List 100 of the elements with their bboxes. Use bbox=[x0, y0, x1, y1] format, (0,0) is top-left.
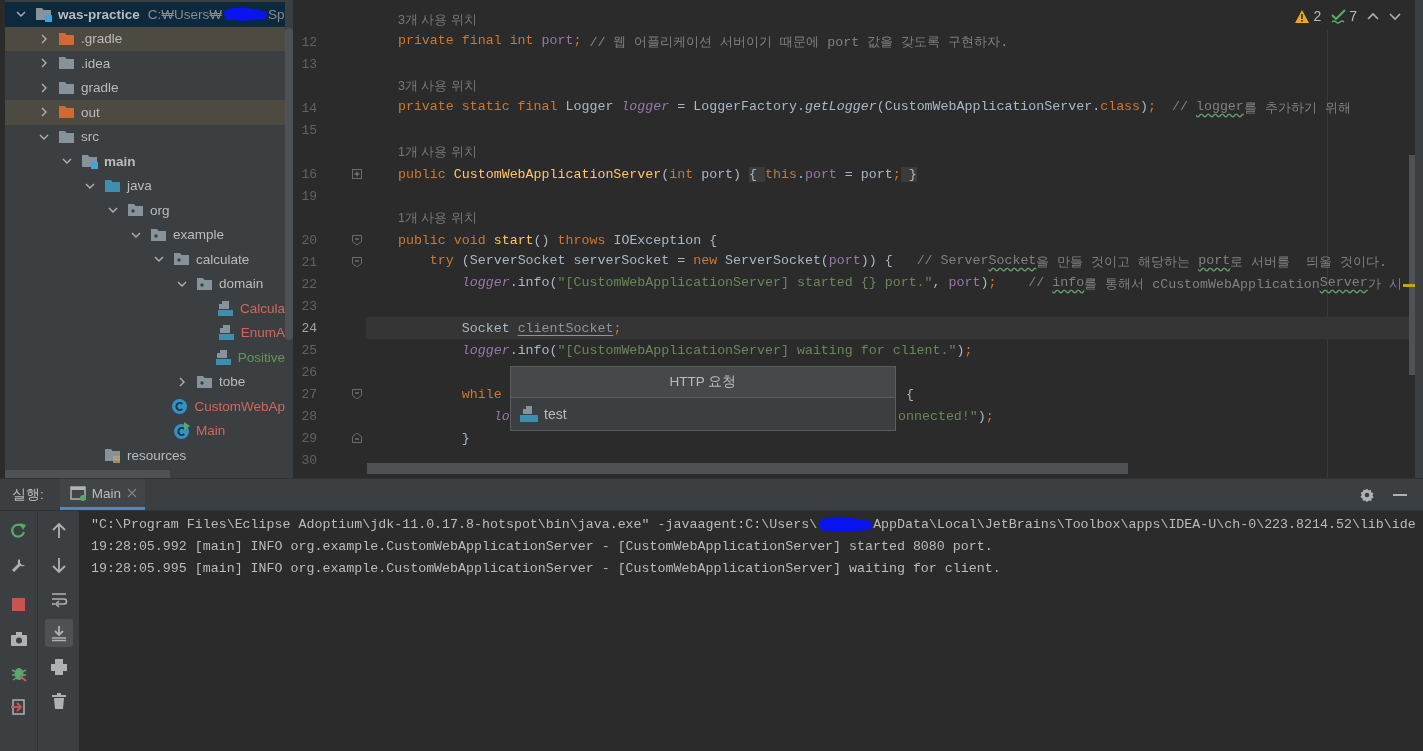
code-line: Socket clientSocket; bbox=[461, 320, 622, 336]
stop-icon bbox=[9, 596, 28, 614]
package-icon bbox=[173, 251, 190, 268]
tree-item[interactable]: calculate bbox=[5, 247, 285, 272]
code-line: logger.info("[CustomWebApplicationServer] started {} port.", port); // info를 통해서 cCustomWebApplicationServer가 시 bbox=[461, 275, 1402, 293]
code-line: try (ServerSocket serverSocket = new ServerSocket(port)) { // ServerSocket을 만들 것이고 해당하는 port로 서버를 띄울 것이다. bbox=[429, 253, 1388, 271]
tree-item[interactable]: out bbox=[5, 100, 285, 125]
folder-icon bbox=[58, 30, 75, 47]
scrollbar-thumb[interactable] bbox=[5, 470, 170, 478]
fold-marker-icon[interactable] bbox=[352, 257, 362, 267]
scrollbar-thumb[interactable] bbox=[1409, 155, 1415, 375]
close-icon[interactable] bbox=[127, 488, 138, 498]
tree-item[interactable]: tobe bbox=[5, 369, 285, 394]
line-number: 16 bbox=[300, 166, 317, 182]
request-popup[interactable]: HTTP 요청 test bbox=[510, 366, 896, 431]
fold-marker-icon[interactable] bbox=[352, 235, 362, 245]
panel-label: 실행: bbox=[12, 486, 44, 502]
settings-icon[interactable] bbox=[1359, 486, 1375, 503]
tree-item[interactable]: .gradle bbox=[5, 26, 285, 51]
module-folder-icon bbox=[35, 6, 52, 23]
tree-item[interactable]: Positive bbox=[5, 345, 285, 370]
java-file-icon bbox=[217, 324, 235, 342]
scrollbar-thumb[interactable] bbox=[285, 28, 293, 340]
package-icon bbox=[196, 373, 213, 390]
fold-marker-icon[interactable] bbox=[352, 169, 362, 179]
console-line: 19:28:05.995 [main] INFO org.example.CustomWebApplicationServer - [CustomWebApplicationServer] waiting for client. bbox=[91, 560, 1001, 576]
fold-marker-icon[interactable] bbox=[352, 389, 362, 399]
tree-item[interactable]: main bbox=[5, 149, 285, 174]
line-number: 30 bbox=[300, 452, 317, 468]
line-number: 13 bbox=[300, 56, 317, 72]
line-number: 14 bbox=[300, 100, 317, 116]
package-icon bbox=[127, 202, 144, 219]
line-number: 28 bbox=[300, 408, 317, 424]
tree-item[interactable]: was-practice C:₩Users₩ Sp bbox=[5, 2, 285, 27]
api-file-icon bbox=[520, 406, 538, 422]
code-line: private final int port; // 웹 어플리케이션 서버이기 때문에 port 값을 갖도록 구현하자. bbox=[397, 33, 1009, 51]
console-line: 19:28:05.992 [main] INFO org.example.CustomWebApplicationServer - [CustomWebApplicationServer] started 8080 port. bbox=[91, 538, 993, 554]
usage-hint[interactable]: 3개 사용 위치 bbox=[397, 77, 477, 95]
line-number: 24 bbox=[300, 320, 317, 336]
code-line: private static final Logger logger = LoggerFactory.getLogger(CustomWebApplicationServer.class); // logger를 추가하기 위해 bbox=[397, 99, 1351, 117]
folder-icon bbox=[58, 55, 75, 72]
class-icon bbox=[171, 397, 189, 415]
module-folder-icon bbox=[81, 153, 98, 170]
resources-folder-icon bbox=[104, 447, 121, 464]
code-line: { bbox=[904, 386, 914, 402]
folder-icon bbox=[58, 104, 75, 121]
code-line: while bbox=[461, 386, 502, 402]
usage-hint[interactable]: 1개 사용 위치 bbox=[397, 209, 477, 227]
warning-marker[interactable] bbox=[1403, 284, 1415, 287]
package-icon bbox=[150, 226, 167, 243]
popup-title: HTTP 요청 bbox=[669, 373, 737, 391]
java-file-icon bbox=[214, 348, 232, 366]
tree-item[interactable]: resources bbox=[5, 443, 285, 468]
run-class-icon bbox=[173, 422, 190, 440]
warning-count[interactable]: 2 bbox=[1294, 8, 1322, 24]
tree-item[interactable]: EnumA bbox=[5, 320, 285, 345]
tree-item[interactable]: java bbox=[5, 173, 285, 198]
fold-marker-icon[interactable] bbox=[352, 433, 362, 443]
folder-icon bbox=[58, 128, 75, 145]
scrollbar-thumb[interactable] bbox=[367, 463, 1128, 474]
package-icon bbox=[196, 275, 213, 292]
console-line: "C:\Program Files\Eclipse Adoptium\jdk-11.0.17.8-hotspot\bin\java.exe" -javaagent:C:\Users\ bbox=[91, 516, 818, 532]
toolbar-button[interactable] bbox=[44, 619, 73, 647]
folder-icon bbox=[104, 177, 121, 194]
usage-hint[interactable]: 1개 사용 위치 bbox=[397, 143, 477, 161]
code-line: lo bbox=[493, 408, 510, 424]
trash-icon bbox=[49, 692, 68, 710]
typo-count[interactable]: 7 bbox=[1331, 8, 1357, 24]
console-icon bbox=[69, 485, 86, 501]
camera-icon bbox=[9, 630, 28, 648]
request-field[interactable]: test bbox=[544, 404, 884, 424]
wrap-icon bbox=[49, 590, 68, 608]
exit-icon bbox=[9, 698, 28, 716]
tree-item[interactable]: domain bbox=[5, 271, 285, 296]
tree-item[interactable]: CustomWebAp bbox=[5, 394, 285, 419]
run-tab[interactable]: Main bbox=[59, 479, 146, 510]
line-number: 15 bbox=[300, 122, 317, 138]
tree-item[interactable]: .idea bbox=[5, 51, 285, 76]
line-number: 26 bbox=[300, 364, 317, 380]
line-number: 29 bbox=[300, 430, 317, 446]
tree-item[interactable]: example bbox=[5, 222, 285, 247]
tree-item[interactable]: gradle bbox=[5, 75, 285, 100]
folder-icon bbox=[58, 79, 75, 96]
tree-item[interactable]: src bbox=[5, 124, 285, 149]
tree-item[interactable]: org bbox=[5, 198, 285, 223]
code-line: logger.info("[CustomWebApplicationServer] waiting for client."); bbox=[461, 342, 973, 358]
code-line: public void start() throws IOException { bbox=[397, 232, 718, 248]
scroll-to-end-icon bbox=[49, 624, 68, 642]
line-number: 12 bbox=[300, 34, 317, 50]
tree-item[interactable]: Main bbox=[5, 418, 285, 443]
line-number: 27 bbox=[300, 386, 317, 402]
previous-icon[interactable] bbox=[1367, 11, 1379, 21]
line-number: 22 bbox=[300, 276, 317, 292]
rerun-icon bbox=[9, 522, 28, 540]
line-number: 19 bbox=[300, 188, 317, 204]
next-icon[interactable] bbox=[1389, 11, 1401, 21]
usage-hint[interactable]: 3개 사용 위치 bbox=[397, 11, 477, 29]
console-line: AppData\Local\JetBrains\Toolbox\apps\IDEA-U\ch-0\223.8214.52\lib\ide bbox=[873, 516, 1416, 532]
java-file-icon bbox=[216, 299, 234, 317]
tree-item[interactable]: Calcula bbox=[5, 296, 285, 321]
